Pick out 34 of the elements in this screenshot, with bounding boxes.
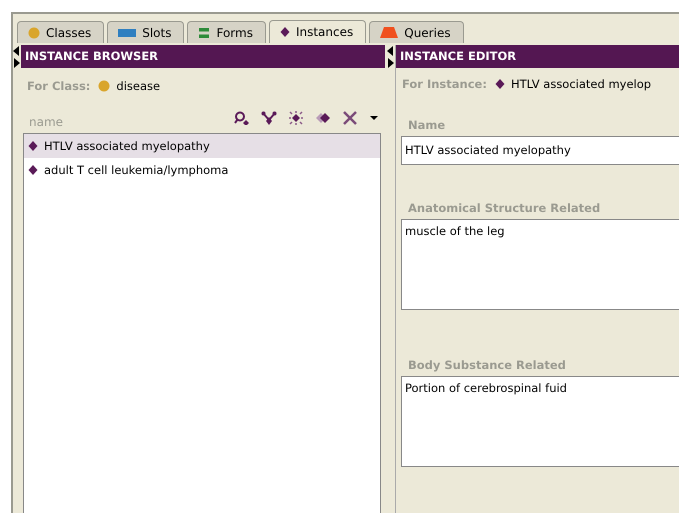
- delete-icon[interactable]: [342, 111, 358, 125]
- search-icon[interactable]: [234, 111, 250, 125]
- tab[interactable]: Instances: [268, 20, 366, 43]
- column-header: name: [29, 115, 64, 129]
- diamond-icon: [28, 140, 38, 152]
- field-label: Anatomical Structure Related: [408, 200, 602, 214]
- for-value: disease: [116, 79, 160, 93]
- text-area[interactable]: muscle of the leg: [401, 218, 679, 310]
- field-label: Body Substance Related: [408, 358, 567, 372]
- rectangle-icon: [118, 28, 136, 38]
- tab[interactable]: Forms: [187, 21, 266, 43]
- circle-icon: [28, 26, 40, 38]
- node-icon[interactable]: [261, 111, 277, 125]
- diamond-icon: [28, 164, 38, 176]
- diamond-icon: [280, 26, 290, 38]
- panel-title: INSTANCE EDITOR: [396, 45, 679, 68]
- circle-icon: [98, 80, 110, 92]
- for-value: HTLV associated myelop: [510, 76, 652, 91]
- tab[interactable]: Slots: [107, 21, 184, 43]
- trapezoid-icon: [380, 27, 398, 38]
- panel-title: INSTANCE BROWSER: [21, 45, 385, 68]
- text-area[interactable]: Portion of cerebrospinal fuid: [401, 376, 679, 467]
- sparkle-icon[interactable]: [288, 111, 304, 125]
- diamond-icon: [494, 78, 505, 90]
- tab[interactable]: Classes: [17, 21, 104, 43]
- field-label: Name: [408, 118, 446, 132]
- input-field[interactable]: HTLV associated myelopathy: [401, 136, 679, 164]
- tab[interactable]: Queries: [369, 21, 464, 43]
- diamond-pair-icon[interactable]: [315, 111, 331, 125]
- for-label: For Class:: [27, 79, 90, 93]
- for-label: For Instance:: [402, 76, 487, 91]
- list-item[interactable]: adult T cell leukemia/lymphoma: [24, 158, 380, 182]
- list-item[interactable]: HTLV associated myelopathy: [24, 134, 380, 158]
- lines-icon: [198, 26, 210, 38]
